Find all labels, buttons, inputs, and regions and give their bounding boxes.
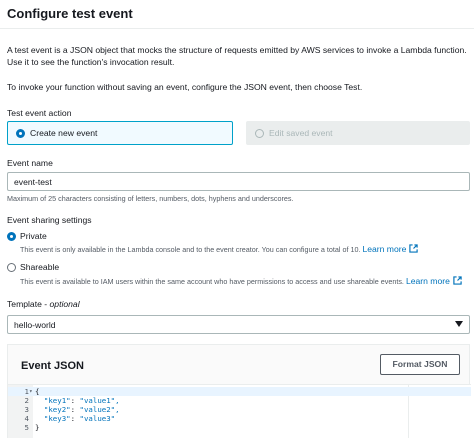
modal-header: Configure test event (0, 0, 474, 29)
json-key: "key2" (43, 405, 71, 414)
private-label: Private (20, 231, 47, 241)
private-description: This event is only available in the Lamb… (20, 244, 419, 254)
private-radio[interactable] (7, 232, 16, 241)
line-number: 2 (24, 396, 29, 405)
event-name-input[interactable] (7, 172, 470, 191)
event-name-label: Event name (7, 158, 53, 168)
code-line: 5 } (8, 423, 471, 432)
shareable-radio[interactable] (7, 263, 16, 272)
event-json-title: Event JSON (21, 360, 84, 372)
create-new-event-tile[interactable]: Create new event (7, 121, 233, 145)
code-text: "key3": "value3" (43, 414, 116, 423)
template-label-separator: - (41, 299, 50, 309)
shareable-description-text: This event is available to IAM users wit… (20, 277, 404, 286)
shareable-label: Shareable (20, 262, 60, 272)
code-line: 2 "key1": "value1", (8, 396, 471, 405)
json-value: "value3" (79, 414, 116, 423)
code-text: "key2": "value2", (43, 405, 120, 414)
edit-saved-event-radio (255, 129, 264, 138)
create-new-event-radio[interactable] (16, 129, 25, 138)
private-description-text: This event is only available in the Lamb… (20, 245, 361, 254)
create-new-event-label: Create new event (30, 128, 98, 138)
json-value: "value2", (79, 405, 120, 414)
private-learn-more-link[interactable]: Learn more (362, 244, 419, 254)
edit-saved-event-tile: Edit saved event (246, 121, 470, 145)
code-text: "key1": "value1", (43, 396, 120, 405)
shareable-description: This event is available to IAM users wit… (20, 276, 462, 286)
intro-instructions: To invoke your function without saving a… (7, 82, 363, 92)
code-line: 1 ▾ { (8, 387, 471, 396)
template-select-value: hello-world (14, 320, 56, 330)
fold-arrow-icon[interactable]: ▾ (29, 388, 33, 395)
code-line: 3 "key2": "value2", (8, 405, 471, 414)
external-link-icon (409, 244, 419, 253)
code-text: } (35, 423, 40, 432)
line-number: 5 (24, 423, 29, 432)
line-number: 1 (24, 387, 29, 396)
json-code-editor[interactable]: 1 ▾ { 2 "key1": "value1", 3 "key2": "val… (8, 384, 471, 438)
modal-title: Configure test event (7, 6, 133, 21)
line-number: 4 (24, 414, 29, 423)
template-select[interactable]: hello-world (7, 315, 470, 334)
json-key: "key1" (43, 396, 71, 405)
json-key: "key3" (43, 414, 71, 423)
sharing-settings-label: Event sharing settings (7, 215, 92, 225)
shareable-learn-more-link[interactable]: Learn more (406, 276, 462, 286)
private-learn-more-text: Learn more (362, 244, 407, 254)
intro-description: A test event is a JSON object that mocks… (7, 45, 467, 67)
edit-saved-event-label: Edit saved event (269, 128, 333, 138)
event-json-panel: Event JSON Format JSON 1 ▾ { 2 "key1": "… (7, 344, 471, 438)
line-number: 3 (24, 405, 29, 414)
code-text: { (35, 387, 40, 396)
template-label-text: Template (7, 299, 42, 309)
template-optional-text: optional (49, 299, 80, 309)
template-label: Template - optional (7, 299, 80, 309)
test-event-action-label: Test event action (7, 108, 72, 118)
event-name-hint: Maximum of 25 characters consisting of l… (7, 194, 294, 203)
format-json-button[interactable]: Format JSON (380, 354, 460, 375)
chevron-down-icon (455, 321, 463, 327)
external-link-icon (453, 276, 462, 285)
json-value: "value1", (79, 396, 120, 405)
code-line: 4 "key3": "value3" (8, 414, 471, 423)
shareable-learn-more-text: Learn more (405, 276, 450, 286)
